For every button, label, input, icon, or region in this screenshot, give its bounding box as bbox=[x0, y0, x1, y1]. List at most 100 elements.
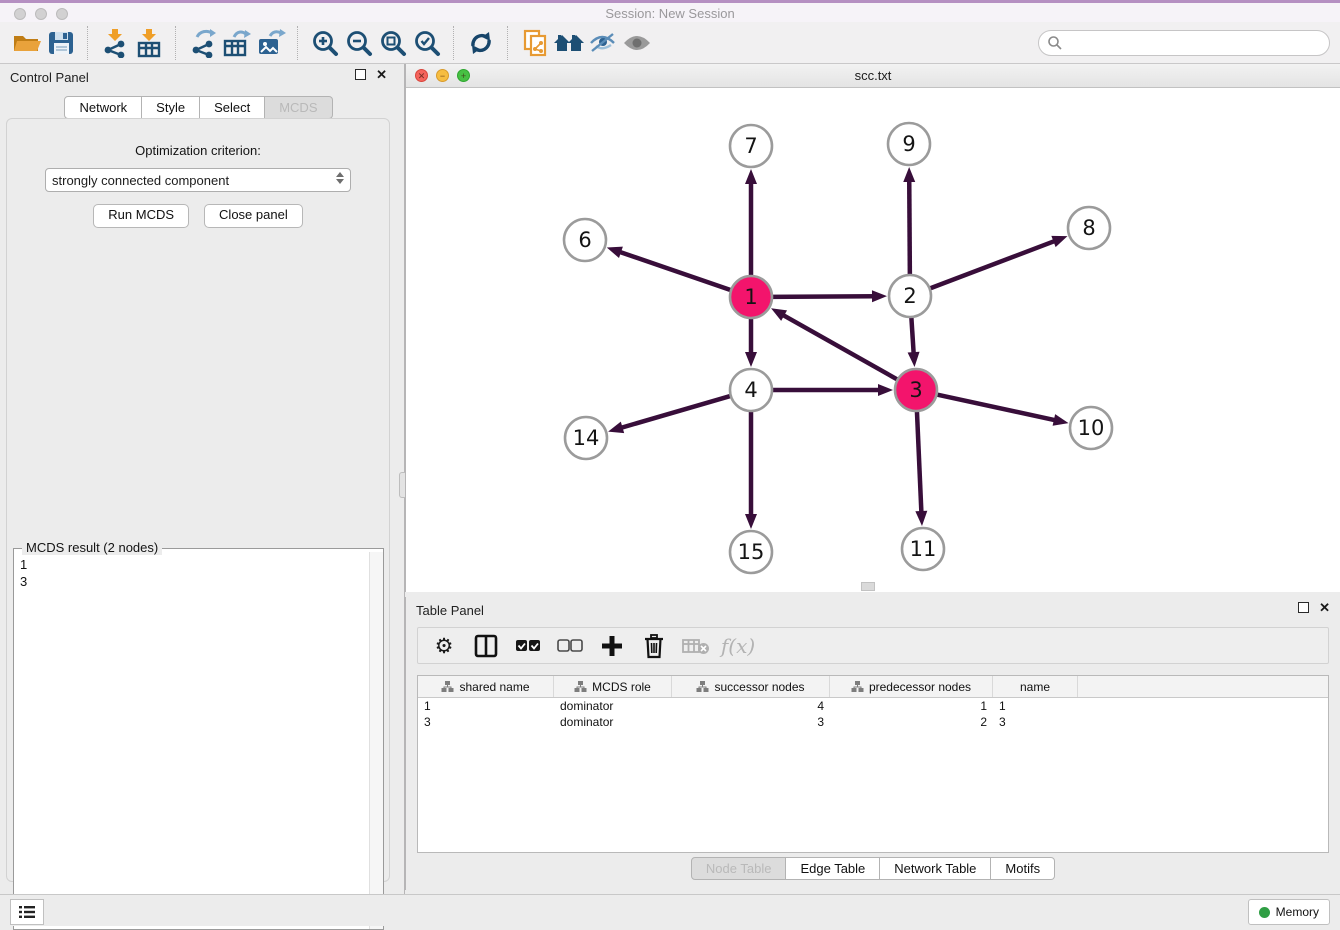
select-all-columns-icon[interactable] bbox=[514, 632, 542, 660]
edge-arrowhead bbox=[1051, 236, 1067, 247]
tab-edge-table[interactable]: Edge Table bbox=[786, 857, 880, 880]
edge-arrowhead bbox=[745, 352, 757, 367]
cell-shared-name[interactable]: 1 bbox=[418, 698, 554, 714]
table-toolbar: ⚙ f(x) bbox=[417, 627, 1329, 664]
search-input[interactable] bbox=[1063, 34, 1321, 51]
close-panel-button[interactable]: Close panel bbox=[204, 204, 303, 228]
search-box[interactable] bbox=[1038, 30, 1330, 56]
show-columns-icon[interactable] bbox=[472, 632, 500, 660]
graph-edge-3-11[interactable] bbox=[917, 409, 922, 514]
memory-button[interactable]: Memory bbox=[1248, 899, 1330, 925]
table-row[interactable]: 1 dominator 4 1 1 bbox=[418, 698, 1328, 714]
node-label-9: 9 bbox=[902, 132, 915, 156]
graph-edge-2-3[interactable] bbox=[911, 315, 914, 355]
cell-shared-name[interactable]: 3 bbox=[418, 714, 554, 730]
tab-motifs[interactable]: Motifs bbox=[991, 857, 1055, 880]
float-panel-icon[interactable] bbox=[355, 69, 366, 80]
graph-edge-2-9[interactable] bbox=[909, 179, 910, 277]
refresh-icon[interactable] bbox=[464, 27, 498, 59]
control-panel-tabs: Network Style Select MCDS bbox=[0, 96, 397, 119]
cell-successor-nodes[interactable]: 4 bbox=[672, 698, 830, 714]
import-network-icon[interactable] bbox=[98, 27, 132, 59]
import-table-icon[interactable] bbox=[132, 27, 166, 59]
unselect-all-columns-icon[interactable] bbox=[556, 632, 584, 660]
function-builder-icon: f(x) bbox=[724, 632, 752, 660]
edge-arrowhead bbox=[745, 169, 757, 184]
node-label-7: 7 bbox=[744, 134, 757, 158]
tab-mcds[interactable]: MCDS bbox=[265, 96, 332, 119]
result-scrollbar[interactable] bbox=[369, 552, 383, 929]
network-graph[interactable]: 7968124314101511 bbox=[406, 88, 1340, 592]
create-column-icon[interactable] bbox=[598, 632, 626, 660]
column-header-name[interactable]: name bbox=[993, 676, 1078, 697]
delete-column-icon[interactable] bbox=[640, 632, 668, 660]
graph-edge-3-10[interactable] bbox=[935, 394, 1057, 421]
close-panel-icon[interactable]: ✕ bbox=[376, 70, 387, 79]
table-row[interactable]: 3 dominator 3 2 3 bbox=[418, 714, 1328, 730]
network-window-titlebar[interactable]: ✕ − + scc.txt bbox=[406, 64, 1340, 88]
optimization-criterion-select[interactable]: strongly connected component bbox=[45, 168, 351, 192]
tab-style[interactable]: Style bbox=[142, 96, 200, 119]
task-history-button[interactable] bbox=[10, 899, 44, 925]
graph-edge-1-6[interactable] bbox=[618, 251, 733, 290]
close-table-panel-icon[interactable]: ✕ bbox=[1319, 603, 1330, 612]
table-header-row: shared name MCDS role successor nodes pr… bbox=[418, 676, 1328, 698]
first-neighbors-icon[interactable] bbox=[552, 27, 586, 59]
zoom-in-icon[interactable] bbox=[308, 27, 342, 59]
zoom-fit-icon[interactable] bbox=[376, 27, 410, 59]
save-session-icon[interactable] bbox=[44, 27, 78, 59]
main-toolbar bbox=[0, 22, 1340, 64]
network-canvas[interactable]: 7968124314101511 bbox=[406, 88, 1340, 592]
clone-network-icon[interactable] bbox=[518, 27, 552, 59]
edge-arrowhead bbox=[872, 290, 887, 302]
zoom-selected-icon[interactable] bbox=[410, 27, 444, 59]
table-settings-icon[interactable]: ⚙ bbox=[430, 632, 458, 660]
app-title: Session: New Session bbox=[0, 6, 1340, 21]
column-header-shared-name[interactable]: shared name bbox=[418, 676, 554, 697]
node-label-14: 14 bbox=[573, 426, 600, 450]
tab-network[interactable]: Network bbox=[64, 96, 142, 119]
cell-name[interactable]: 1 bbox=[993, 698, 1078, 714]
cell-mcds-role[interactable]: dominator bbox=[554, 714, 672, 730]
edge-arrowhead bbox=[771, 308, 787, 321]
export-image-icon[interactable] bbox=[254, 27, 288, 59]
node-label-6: 6 bbox=[578, 228, 591, 252]
toolbar-separator bbox=[175, 26, 177, 60]
network-title: scc.txt bbox=[406, 68, 1340, 83]
tab-select[interactable]: Select bbox=[200, 96, 265, 119]
zoom-out-icon[interactable] bbox=[342, 27, 376, 59]
tab-node-table[interactable]: Node Table bbox=[691, 857, 787, 880]
column-tree-icon bbox=[696, 680, 709, 693]
graph-edge-3-1[interactable] bbox=[781, 314, 899, 380]
hide-selected-icon[interactable] bbox=[586, 27, 620, 59]
graph-edge-4-14[interactable] bbox=[620, 395, 733, 428]
node-label-3: 3 bbox=[909, 378, 922, 402]
node-table[interactable]: shared name MCDS role successor nodes pr… bbox=[417, 675, 1329, 853]
tab-network-table[interactable]: Network Table bbox=[880, 857, 991, 880]
search-icon bbox=[1047, 35, 1063, 51]
edge-arrowhead bbox=[607, 247, 623, 258]
graph-edge-2-8[interactable] bbox=[928, 240, 1057, 289]
show-all-icon[interactable] bbox=[620, 27, 654, 59]
canvas-scroll-thumb[interactable] bbox=[861, 582, 875, 591]
column-header-predecessor-nodes[interactable]: predecessor nodes bbox=[830, 676, 993, 697]
cell-successor-nodes[interactable]: 3 bbox=[672, 714, 830, 730]
mcds-result-text[interactable]: 1 3 bbox=[14, 552, 370, 929]
open-session-icon[interactable] bbox=[10, 27, 44, 59]
float-table-panel-icon[interactable] bbox=[1298, 602, 1309, 613]
cell-predecessor-nodes[interactable]: 2 bbox=[830, 714, 993, 730]
column-header-mcds-role[interactable]: MCDS role bbox=[554, 676, 672, 697]
run-mcds-button[interactable]: Run MCDS bbox=[93, 204, 189, 228]
export-table-icon[interactable] bbox=[220, 27, 254, 59]
cell-name[interactable]: 3 bbox=[993, 714, 1078, 730]
cell-predecessor-nodes[interactable]: 1 bbox=[830, 698, 993, 714]
graph-edge-1-2[interactable] bbox=[770, 296, 875, 297]
column-tree-icon bbox=[851, 680, 864, 693]
column-header-successor-nodes[interactable]: successor nodes bbox=[672, 676, 830, 697]
memory-label: Memory bbox=[1276, 905, 1319, 919]
mcds-result-box: MCDS result (2 nodes) 1 3 bbox=[13, 548, 384, 930]
cell-mcds-role[interactable]: dominator bbox=[554, 698, 672, 714]
result-line: 3 bbox=[20, 573, 364, 590]
export-network-icon[interactable] bbox=[186, 27, 220, 59]
toolbar-separator bbox=[297, 26, 299, 60]
